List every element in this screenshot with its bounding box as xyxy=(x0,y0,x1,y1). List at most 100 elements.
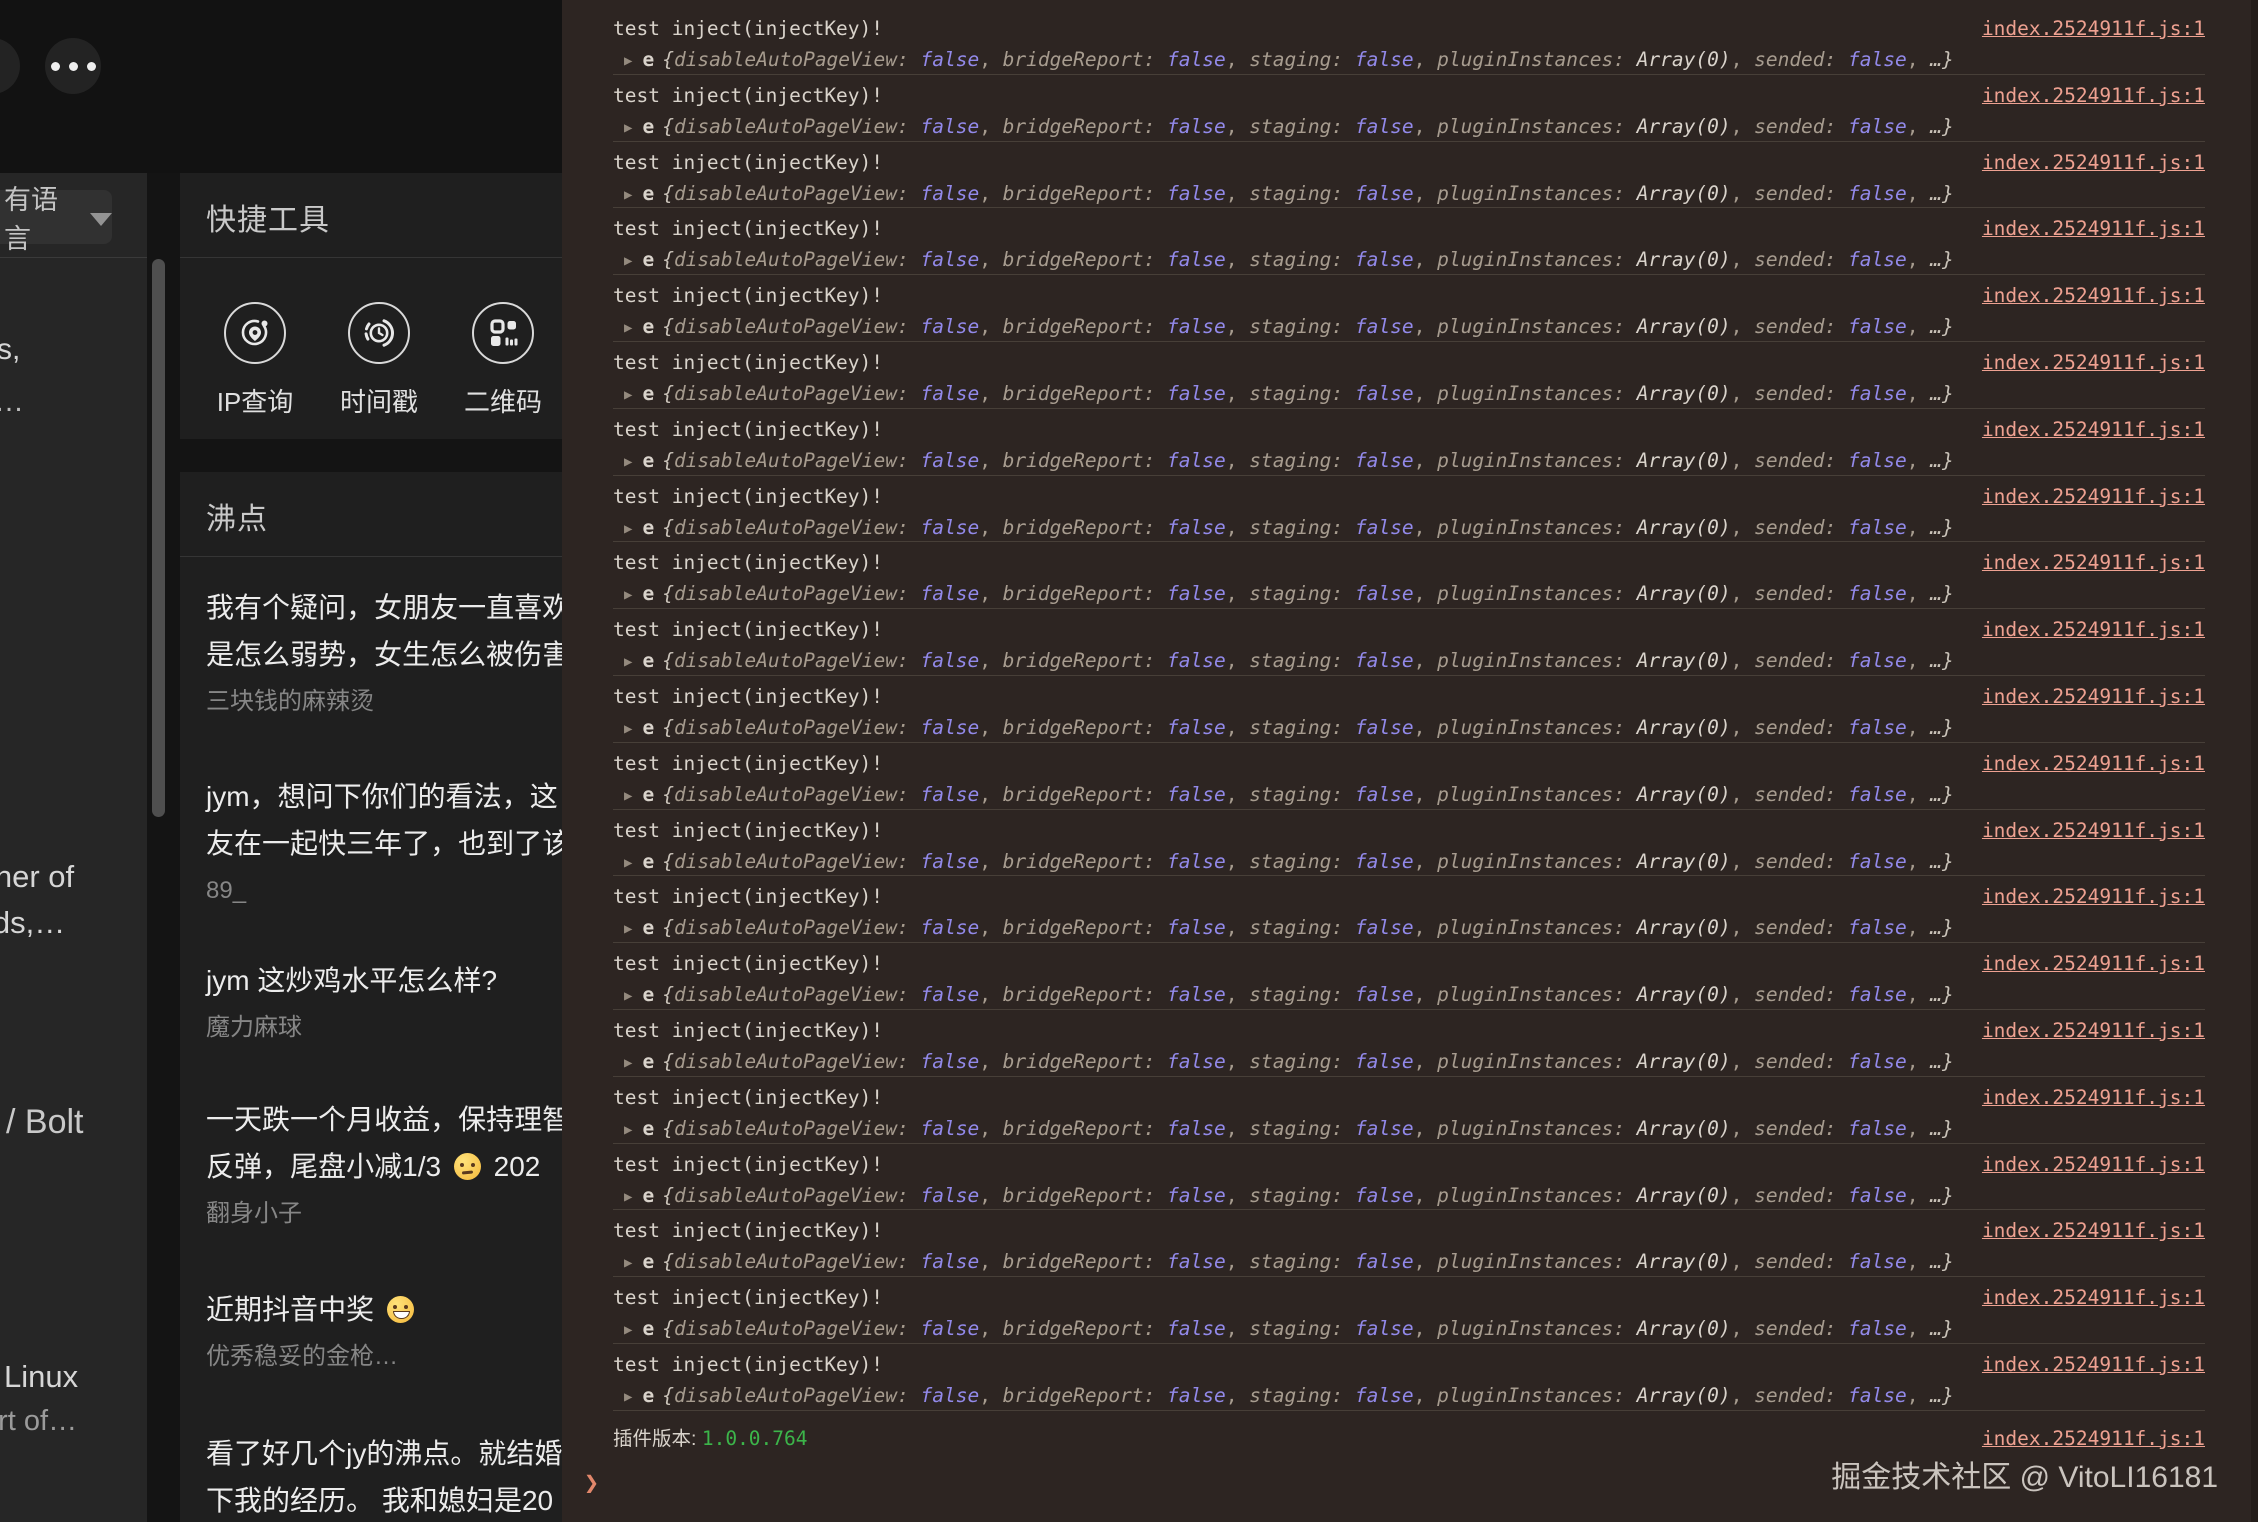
pin-post-author[interactable]: 三块钱的麻辣烫 xyxy=(206,678,562,725)
pin-post-author[interactable]: 魔力麻球 xyxy=(206,1004,562,1051)
tool-ip-lookup[interactable]: IP查询 xyxy=(193,302,317,419)
expand-triangle-icon[interactable]: ▶ xyxy=(624,514,632,545)
source-link[interactable]: index.2524911f.js:1 xyxy=(1982,1282,2205,1313)
pin-post[interactable]: 一天跌一个月收益，保持理智反弹，尾盘小减1/3 202翻身小子 xyxy=(206,1096,562,1237)
expand-triangle-icon[interactable]: ▶ xyxy=(624,580,632,611)
expand-triangle-icon[interactable]: ▶ xyxy=(624,313,632,344)
pin-post-author[interactable]: 89_ xyxy=(206,867,562,914)
pin-post[interactable]: jym，想问下你们的看法，这友在一起快三年了，也到了该89_ xyxy=(206,773,562,914)
expand-triangle-icon[interactable]: ▶ xyxy=(624,246,632,277)
tool-label: 二维码 xyxy=(464,382,542,419)
expand-triangle-icon[interactable]: ▶ xyxy=(624,1048,632,1079)
console-prompt-chevron[interactable]: ❯ xyxy=(584,1468,599,1497)
expand-triangle-icon[interactable]: ▶ xyxy=(624,647,632,678)
article-title-fragment[interactable]: art of… xyxy=(0,1405,77,1438)
source-link[interactable]: index.2524911f.js:1 xyxy=(1982,748,2205,779)
expand-triangle-icon[interactable]: ▶ xyxy=(624,781,632,812)
token-key: sended: xyxy=(1754,48,1848,71)
tool-timestamp[interactable]: 时间戳 xyxy=(317,302,441,419)
pin-post[interactable]: 近期抖音中奖 优秀稳妥的金枪… xyxy=(206,1286,562,1380)
emoji-grin-icon xyxy=(387,1296,414,1323)
article-title-fragment[interactable]: Linux xyxy=(4,1359,78,1395)
token-key: bridgeReport: xyxy=(1003,983,1167,1006)
source-link[interactable]: index.2524911f.js:1 xyxy=(1982,414,2205,445)
source-link[interactable]: index.2524911f.js:1 xyxy=(1982,547,2205,578)
more-button[interactable] xyxy=(45,38,101,94)
log-message: test inject(injectKey)! xyxy=(613,748,883,779)
expand-triangle-icon[interactable]: ▶ xyxy=(624,180,632,211)
console-log-entry: test inject(injectKey)! index.2524911f.j… xyxy=(613,542,2205,609)
language-dropdown[interactable]: 有语言 xyxy=(0,190,112,244)
token-key: bridgeReport: xyxy=(1003,1250,1167,1273)
token-key: disableAutoPageView: xyxy=(674,1050,921,1073)
expand-triangle-icon[interactable]: ▶ xyxy=(624,1248,632,1279)
token-key: bridgeReport: xyxy=(1003,916,1167,939)
token-bool: false xyxy=(1167,115,1226,138)
token-key: staging: xyxy=(1249,182,1355,205)
source-link[interactable]: index.2524911f.js:1 xyxy=(1982,681,2205,712)
tool-qr-code[interactable]: 二维码 xyxy=(441,302,562,419)
source-link[interactable]: index.2524911f.js:1 xyxy=(1982,1423,2205,1454)
token-key: sended: xyxy=(1754,1317,1848,1340)
pin-post-author[interactable]: 翻身小子 xyxy=(206,1190,562,1237)
page-scrollbar-thumb[interactable] xyxy=(152,259,165,817)
token-sep: , xyxy=(1907,1317,1930,1340)
token-sep: , xyxy=(1414,48,1437,71)
article-title-fragment[interactable]: lds,… xyxy=(0,905,65,941)
token-sep: , xyxy=(1731,1250,1754,1273)
token-bool: false xyxy=(1355,48,1414,71)
article-title-fragment[interactable]: / Bolt xyxy=(6,1103,83,1142)
source-link[interactable]: index.2524911f.js:1 xyxy=(1982,1215,2205,1246)
source-link[interactable]: index.2524911f.js:1 xyxy=(1982,80,2205,111)
token-brace: …} xyxy=(1930,315,1953,338)
pin-post[interactable]: jym 这炒鸡水平怎么样?魔力麻球 xyxy=(206,957,562,1051)
expand-triangle-icon[interactable]: ▶ xyxy=(624,1382,632,1413)
expand-triangle-icon[interactable]: ▶ xyxy=(624,46,632,77)
token-brace: { xyxy=(662,1317,674,1340)
expand-triangle-icon[interactable]: ▶ xyxy=(624,1182,632,1213)
source-link[interactable]: index.2524911f.js:1 xyxy=(1982,280,2205,311)
source-link[interactable]: index.2524911f.js:1 xyxy=(1982,147,2205,178)
expand-triangle-icon[interactable]: ▶ xyxy=(624,447,632,478)
token-key: disableAutoPageView: xyxy=(674,582,921,605)
header-circle-button[interactable] xyxy=(0,38,20,94)
expand-triangle-icon[interactable]: ▶ xyxy=(624,1315,632,1346)
pin-post-author[interactable]: 优秀稳妥的金枪… xyxy=(206,1333,562,1380)
source-link[interactable]: index.2524911f.js:1 xyxy=(1982,881,2205,912)
chevron-down-icon xyxy=(90,213,112,226)
console-log-entry: test inject(injectKey)! index.2524911f.j… xyxy=(613,1144,2205,1211)
article-title-fragment[interactable]: s, xyxy=(0,333,20,367)
article-title-fragment[interactable]: iner of xyxy=(0,859,74,895)
token-key: pluginInstances: xyxy=(1437,248,1637,271)
token-key: staging: xyxy=(1249,248,1355,271)
source-link[interactable]: index.2524911f.js:1 xyxy=(1982,815,2205,846)
source-link[interactable]: index.2524911f.js:1 xyxy=(1982,213,2205,244)
source-link[interactable]: index.2524911f.js:1 xyxy=(1982,347,2205,378)
expand-triangle-icon[interactable]: ▶ xyxy=(624,714,632,745)
expand-triangle-icon[interactable]: ▶ xyxy=(624,380,632,411)
token-sep: , xyxy=(979,983,1002,1006)
pin-post[interactable]: 我有个疑问，女朋友一直喜欢是怎么弱势，女生怎么被伤害三块钱的麻辣烫 xyxy=(206,584,562,725)
source-link[interactable]: index.2524911f.js:1 xyxy=(1982,1349,2205,1380)
source-link[interactable]: index.2524911f.js:1 xyxy=(1982,13,2205,44)
token-sep: , xyxy=(1226,1050,1249,1073)
source-link[interactable]: index.2524911f.js:1 xyxy=(1982,948,2205,979)
console-log-entry: test inject(injectKey)! index.2524911f.j… xyxy=(613,943,2205,1010)
expand-triangle-icon[interactable]: ▶ xyxy=(624,981,632,1012)
expand-triangle-icon[interactable]: ▶ xyxy=(624,1115,632,1146)
expand-triangle-icon[interactable]: ▶ xyxy=(624,113,632,144)
expand-triangle-icon[interactable]: ▶ xyxy=(624,914,632,945)
token-bool: false xyxy=(920,1384,979,1407)
source-link[interactable]: index.2524911f.js:1 xyxy=(1982,614,2205,645)
object-preview: {disableAutoPageView: false, bridgeRepor… xyxy=(662,182,1954,205)
token-sep: , xyxy=(979,1117,1002,1140)
source-link[interactable]: index.2524911f.js:1 xyxy=(1982,1015,2205,1046)
expand-triangle-icon[interactable]: ▶ xyxy=(624,848,632,879)
pin-post[interactable]: 看了好几个jy的沸点。就结婚下我的经历。 我和媳妇是20 xyxy=(206,1430,562,1522)
source-link[interactable]: index.2524911f.js:1 xyxy=(1982,1149,2205,1180)
log-message: test inject(injectKey)! xyxy=(613,1149,883,1180)
article-title-fragment[interactable]: … xyxy=(0,385,24,419)
source-link[interactable]: index.2524911f.js:1 xyxy=(1982,481,2205,512)
plugin-version-row: 插件版本: 1.0.0.764index.2524911f.js:1 xyxy=(613,1411,2205,1457)
source-link[interactable]: index.2524911f.js:1 xyxy=(1982,1082,2205,1113)
